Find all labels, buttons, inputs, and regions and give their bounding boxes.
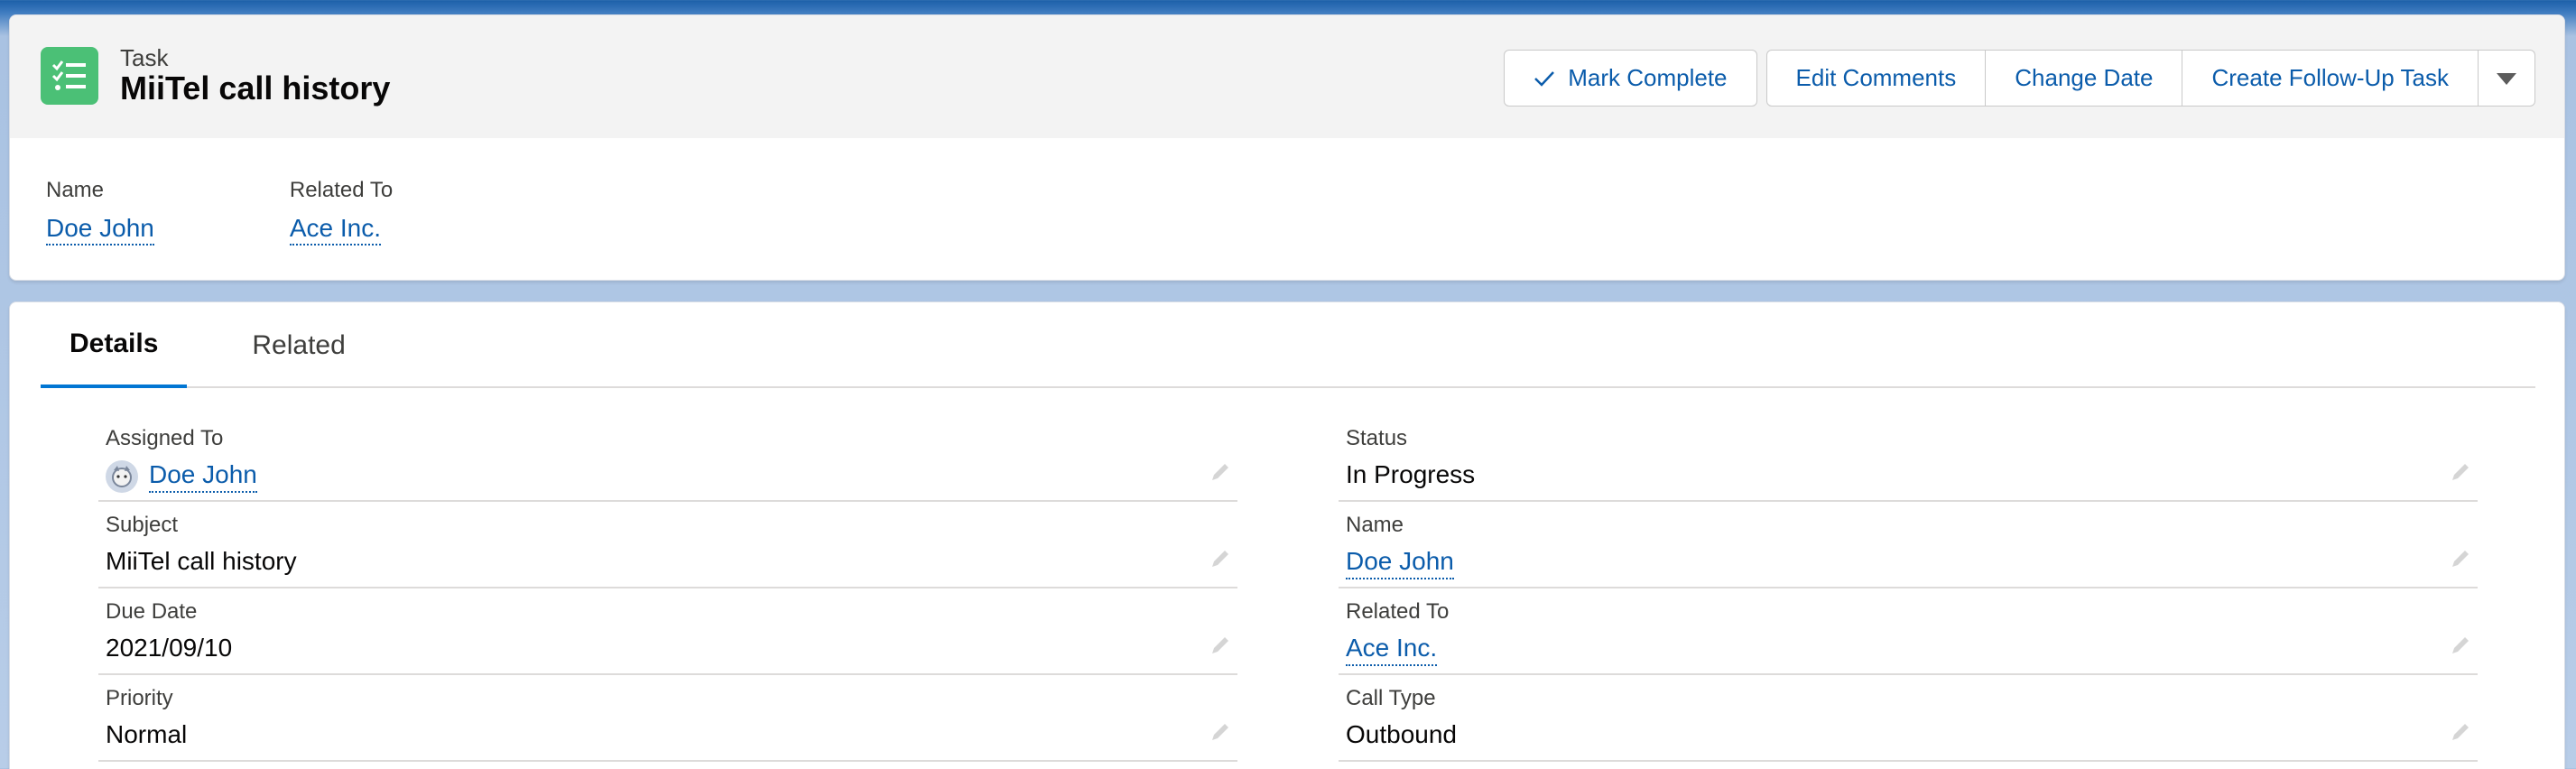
field-subject: Subject MiiTel call history [98,502,1237,588]
object-type-label: Task [120,44,169,71]
field-value: Doe John [106,460,257,493]
assigned-to-link[interactable]: Doe John [149,460,257,493]
record-header-top: Task MiiTel call history Mark Complete E… [10,15,2564,138]
change-date-button[interactable]: Change Date [1986,50,2183,107]
record-header-card: Task MiiTel call history Mark Complete E… [9,14,2565,281]
field-value: Ace Inc. [1346,634,1438,666]
check-icon [1534,69,1555,88]
edit-comments-button[interactable]: Edit Comments [1765,50,1987,107]
field-label: Call Type [1346,686,1436,710]
edit-pencil-icon[interactable] [1209,547,1232,575]
edit-pencil-icon[interactable] [1209,460,1232,488]
mark-complete-label: Mark Complete [1568,64,1728,91]
edit-pencil-icon[interactable] [2449,547,2472,575]
task-checklist-icon [41,47,98,105]
field-label: Subject [106,513,179,537]
highlight-related-label: Related To [289,178,394,202]
highlight-name-link[interactable]: Doe John [46,214,154,246]
highlight-related-link[interactable]: Ace Inc. [289,214,382,246]
edit-pencil-icon[interactable] [2449,720,2472,748]
tab-related[interactable]: Related [223,302,374,388]
related-to-link[interactable]: Ace Inc. [1346,634,1438,666]
highlight-name-label: Name [46,178,105,202]
edit-pencil-icon[interactable] [2449,460,2472,488]
field-value: Normal [106,720,188,748]
avatar [106,460,138,493]
field-value: 2021/09/10 [106,634,233,662]
field-label: Priority [106,686,173,710]
field-status: Status In Progress [1339,415,2478,502]
field-label: Assigned To [106,426,224,450]
field-label: Name [1346,513,1404,537]
edit-pencil-icon[interactable] [1209,720,1232,748]
field-name: Name Doe John [1339,502,2478,588]
field-due-date: Due Date 2021/09/10 [98,588,1237,675]
tab-bar: Details Related [41,302,2535,388]
chevron-down-icon [2497,64,2516,92]
mark-complete-button[interactable]: Mark Complete [1504,50,1757,107]
field-assigned-to: Assigned To Doe John [98,415,1237,502]
field-value: Doe John [1346,547,1454,579]
field-label: Due Date [106,599,198,624]
field-label: Related To [1346,599,1450,624]
header-actions: Mark Complete Edit Comments Change Date … [1504,50,2535,107]
field-value: Outbound [1346,720,1457,748]
highlight-name: Name Doe John [46,178,154,246]
page-title: MiiTel call history [120,69,391,107]
field-related-to: Related To Ace Inc. [1339,588,2478,675]
name-link[interactable]: Doe John [1346,547,1454,579]
more-actions-button[interactable] [2479,50,2535,107]
edit-pencil-icon[interactable] [2449,634,2472,662]
details-card: Details Related Assigned To Doe John Sub… [9,301,2565,769]
edit-pencil-icon[interactable] [1209,634,1232,662]
field-priority: Priority Normal [98,675,1237,762]
field-value: MiiTel call history [106,547,297,575]
field-label: Status [1346,426,1408,450]
create-follow-up-task-button[interactable]: Create Follow-Up Task [2182,50,2479,107]
tab-details[interactable]: Details [41,302,188,388]
field-call-type: Call Type Outbound [1339,675,2478,762]
highlights-panel: Name Doe John Related To Ace Inc. [46,178,528,246]
highlight-related-to: Related To Ace Inc. [289,178,394,246]
field-value: In Progress [1346,460,1476,488]
